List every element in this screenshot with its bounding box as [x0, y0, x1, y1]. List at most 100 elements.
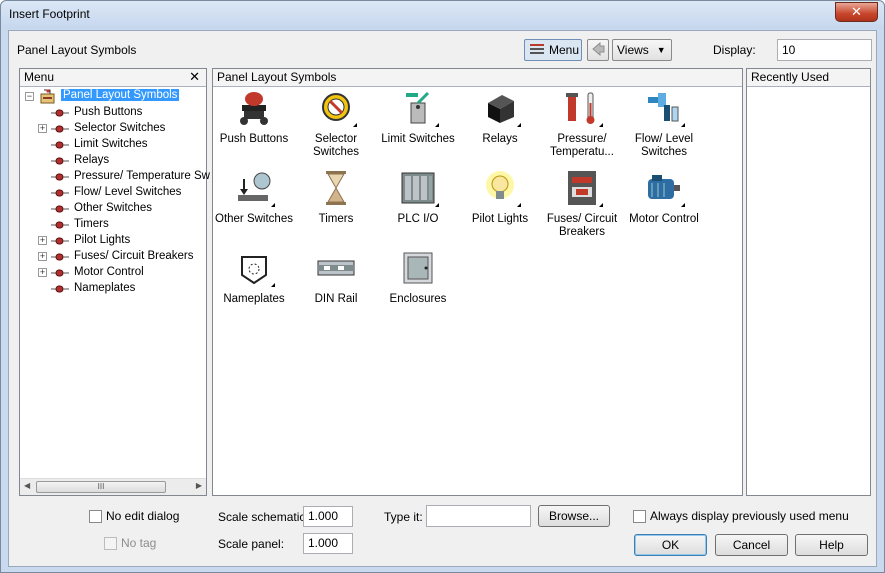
- window-close-button[interactable]: ✕: [835, 2, 878, 22]
- symbol-tile[interactable]: Fuses/ Circuit Breakers: [541, 169, 623, 239]
- tree-item-label: Timers: [74, 218, 109, 230]
- dialog-client-area: Panel Layout Symbols Menu Views ▼ Displa…: [8, 30, 877, 567]
- symbols-panel-title: Panel Layout Symbols: [217, 70, 337, 84]
- tree-item[interactable]: Flow/ Level Switches: [20, 185, 206, 201]
- ok-button[interactable]: OK: [634, 534, 707, 556]
- chevron-down-icon: ▼: [656, 45, 666, 55]
- submenu-indicator-icon: [353, 123, 357, 127]
- back-button[interactable]: [587, 39, 609, 61]
- no-tag-checkbox[interactable]: No tag: [104, 536, 156, 550]
- menu-tree: − Panel Layout Symbols Push Buttons + Sele…: [20, 87, 210, 297]
- current-menu-label: Panel Layout Symbols: [17, 43, 137, 57]
- symbol-tile[interactable]: Flow/ Level Switches: [623, 89, 705, 159]
- symbol-label: DIN Rail: [314, 293, 358, 305]
- menu-toggle-button[interactable]: Menu: [524, 39, 582, 61]
- tree-item[interactable]: Limit Switches: [20, 137, 206, 153]
- tree-item[interactable]: + Fuses/ Circuit Breakers: [20, 249, 206, 265]
- scroll-right-icon[interactable]: ▶: [196, 481, 202, 490]
- selector-switch-icon: [322, 93, 350, 121]
- symbol-label: Enclosures: [389, 293, 447, 305]
- expand-icon[interactable]: +: [38, 252, 47, 261]
- symbol-tile[interactable]: Other Switches: [213, 169, 295, 226]
- views-label: Views: [617, 43, 649, 57]
- symbol-tile[interactable]: Nameplates: [213, 249, 295, 306]
- window-title: Insert Footprint: [9, 7, 90, 21]
- tree-item[interactable]: Push Buttons: [20, 105, 206, 121]
- help-button[interactable]: Help: [795, 534, 868, 556]
- scroll-left-icon[interactable]: ◀: [24, 481, 30, 490]
- scroll-thumb[interactable]: III: [36, 481, 166, 493]
- symbol-tile[interactable]: Enclosures: [377, 249, 459, 306]
- menu-panel-close-icon[interactable]: ✕: [189, 69, 200, 85]
- relay-icon: [488, 95, 514, 123]
- tree-item[interactable]: + Motor Control: [20, 265, 206, 281]
- cancel-button[interactable]: Cancel: [715, 534, 788, 556]
- symbols-panel: Panel Layout Symbols Push Buttons Selecto…: [212, 68, 743, 496]
- expand-icon[interactable]: +: [38, 124, 47, 133]
- component-node-icon: [51, 253, 69, 261]
- component-node-icon: [51, 189, 69, 197]
- always-display-box[interactable]: [633, 509, 646, 523]
- recently-used-header: Recently Used: [747, 69, 870, 87]
- symbol-tile[interactable]: Push Buttons: [213, 89, 295, 146]
- menu-panel-title: Menu: [24, 70, 55, 84]
- symbol-tile[interactable]: Motor Control: [623, 169, 705, 226]
- recently-used-panel: Recently Used: [746, 68, 871, 496]
- no-edit-dialog-checkbox[interactable]: No edit dialog: [89, 509, 179, 523]
- symbol-tile[interactable]: Pilot Lights: [459, 169, 541, 226]
- display-count-input[interactable]: 10: [777, 39, 872, 61]
- tree-item[interactable]: Pressure/ Temperature Sw: [20, 169, 210, 185]
- tree-item-label: Motor Control: [74, 266, 144, 278]
- collapse-icon[interactable]: −: [25, 92, 34, 101]
- tree-item[interactable]: Relays: [20, 153, 206, 169]
- type-it-input[interactable]: [426, 505, 531, 527]
- scale-schematic-input[interactable]: 1.000: [303, 506, 353, 527]
- symbol-label: Pressure/ Temperatu...: [550, 133, 614, 158]
- symbol-tile[interactable]: Timers: [295, 169, 377, 226]
- symbol-label: Push Buttons: [219, 133, 289, 145]
- type-it-label: Type it:: [384, 510, 423, 524]
- flow-level-icon: [648, 93, 679, 122]
- tree-item[interactable]: + Pilot Lights: [20, 233, 206, 249]
- tree-item[interactable]: Timers: [20, 217, 206, 233]
- title-bar[interactable]: Insert Footprint ✕: [1, 1, 884, 29]
- symbol-label: PLC I/O: [397, 213, 439, 225]
- always-display-checkbox[interactable]: Always display previously used menu: [633, 509, 849, 523]
- tree-root-label: Panel Layout Symbols: [61, 89, 180, 101]
- enclosure-icon: [403, 252, 433, 284]
- symbol-tile[interactable]: DIN Rail: [295, 249, 377, 306]
- menu-horizontal-scrollbar[interactable]: ◀ III ▶: [20, 478, 206, 495]
- symbol-label: Selector Switches: [312, 133, 360, 158]
- motor-control-icon: [648, 175, 680, 199]
- symbol-tile[interactable]: Selector Switches: [295, 89, 377, 159]
- symbol-label: Other Switches: [215, 213, 293, 225]
- display-label: Display:: [713, 43, 756, 57]
- tree-item[interactable]: + Selector Switches: [20, 121, 206, 137]
- menu-panel-header: Menu ✕: [20, 69, 206, 87]
- submenu-indicator-icon: [517, 123, 521, 127]
- symbol-tile[interactable]: Limit Switches: [377, 89, 459, 146]
- always-display-label: Always display previously used menu: [650, 509, 849, 523]
- symbol-tile[interactable]: Pressure/ Temperatu...: [541, 89, 623, 159]
- menu-panel: Menu ✕ − Panel Layout Symbols Push Butto…: [19, 68, 210, 496]
- expand-icon[interactable]: +: [38, 268, 47, 277]
- symbol-tile[interactable]: PLC I/O: [377, 169, 459, 226]
- no-tag-box[interactable]: [104, 536, 117, 550]
- symbol-label: Relays: [482, 133, 518, 145]
- submenu-indicator-icon: [435, 123, 439, 127]
- tree-root[interactable]: − Panel Layout Symbols: [20, 89, 206, 105]
- expand-icon[interactable]: +: [38, 236, 47, 245]
- tree-item[interactable]: Other Switches: [20, 201, 206, 217]
- symbol-tile[interactable]: Relays: [459, 89, 541, 146]
- insert-footprint-window: Insert Footprint ✕ Panel Layout Symbols …: [0, 0, 885, 573]
- component-node-icon: [51, 237, 69, 245]
- views-dropdown-button[interactable]: Views ▼: [612, 39, 672, 61]
- symbol-label: Pilot Lights: [471, 213, 529, 225]
- menu-toggle-label: Menu: [549, 43, 580, 57]
- no-edit-dialog-box[interactable]: [89, 509, 102, 523]
- component-node-icon: [51, 157, 69, 165]
- tree-item[interactable]: Nameplates: [20, 281, 206, 297]
- limit-switch-icon: [406, 91, 430, 124]
- browse-button[interactable]: Browse...: [538, 505, 610, 527]
- scale-panel-input[interactable]: 1.000: [303, 533, 353, 554]
